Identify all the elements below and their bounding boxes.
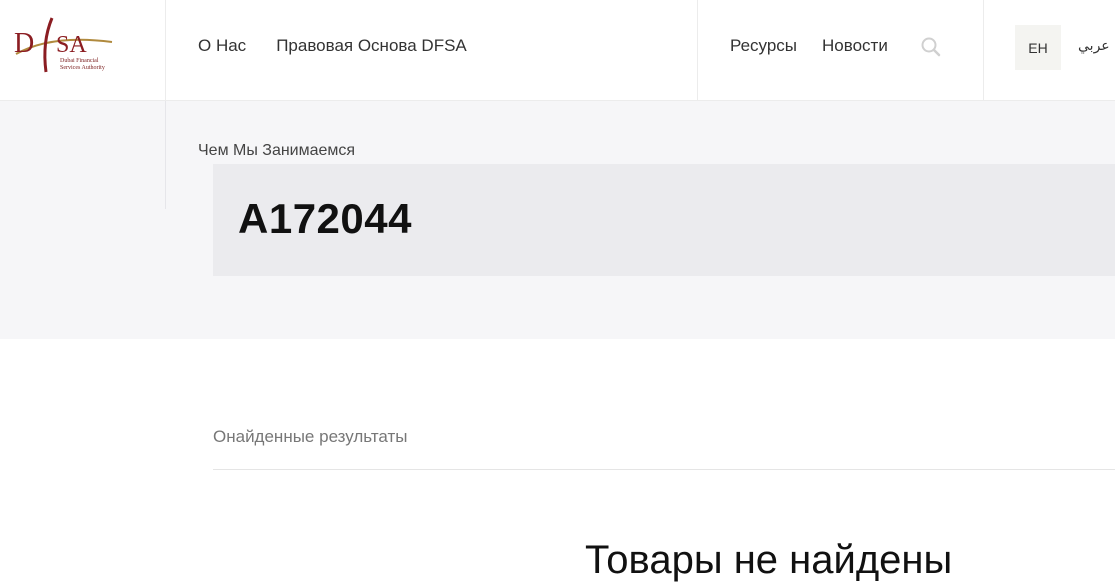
primary-nav: О Нас Правовая Основа DFSA [198,36,467,56]
hero-divider [165,101,166,209]
nav-item-legal-framework[interactable]: Правовая Основа DFSA [276,36,467,56]
search-icon [921,37,941,57]
title-box: A172044 [213,164,1115,276]
secondary-nav: Ресурсы Новости [730,36,888,56]
svg-text:SA: SA [56,32,87,58]
language-switch-ar[interactable]: عربي [1078,38,1110,54]
results-label: Онайденные результаты [213,427,408,446]
header-divider [983,0,984,100]
nav-item-news[interactable]: Новости [822,36,888,56]
logo-container[interactable]: D SA Dubai Financial Services Authority [0,0,166,100]
results-divider [213,469,1115,470]
nav-item-about[interactable]: О Нас [198,36,246,56]
nav-item-resources[interactable]: Ресурсы [730,36,797,56]
hero-section: Чем Мы Занимаемся A172044 [0,101,1115,339]
site-header: D SA Dubai Financial Services Authority … [0,0,1115,101]
svg-text:D: D [14,28,34,59]
logo-tagline: Dubai Financial Services Authority [60,58,105,71]
page: D SA Dubai Financial Services Authority … [0,0,1115,588]
header-divider [697,0,698,100]
breadcrumb[interactable]: Чем Мы Занимаемся [198,142,355,160]
language-switch-en[interactable]: EH [1015,25,1061,70]
empty-results-message: Товары не найдены [585,538,953,582]
search-button[interactable] [920,36,942,58]
page-title: A172044 [238,195,412,242]
